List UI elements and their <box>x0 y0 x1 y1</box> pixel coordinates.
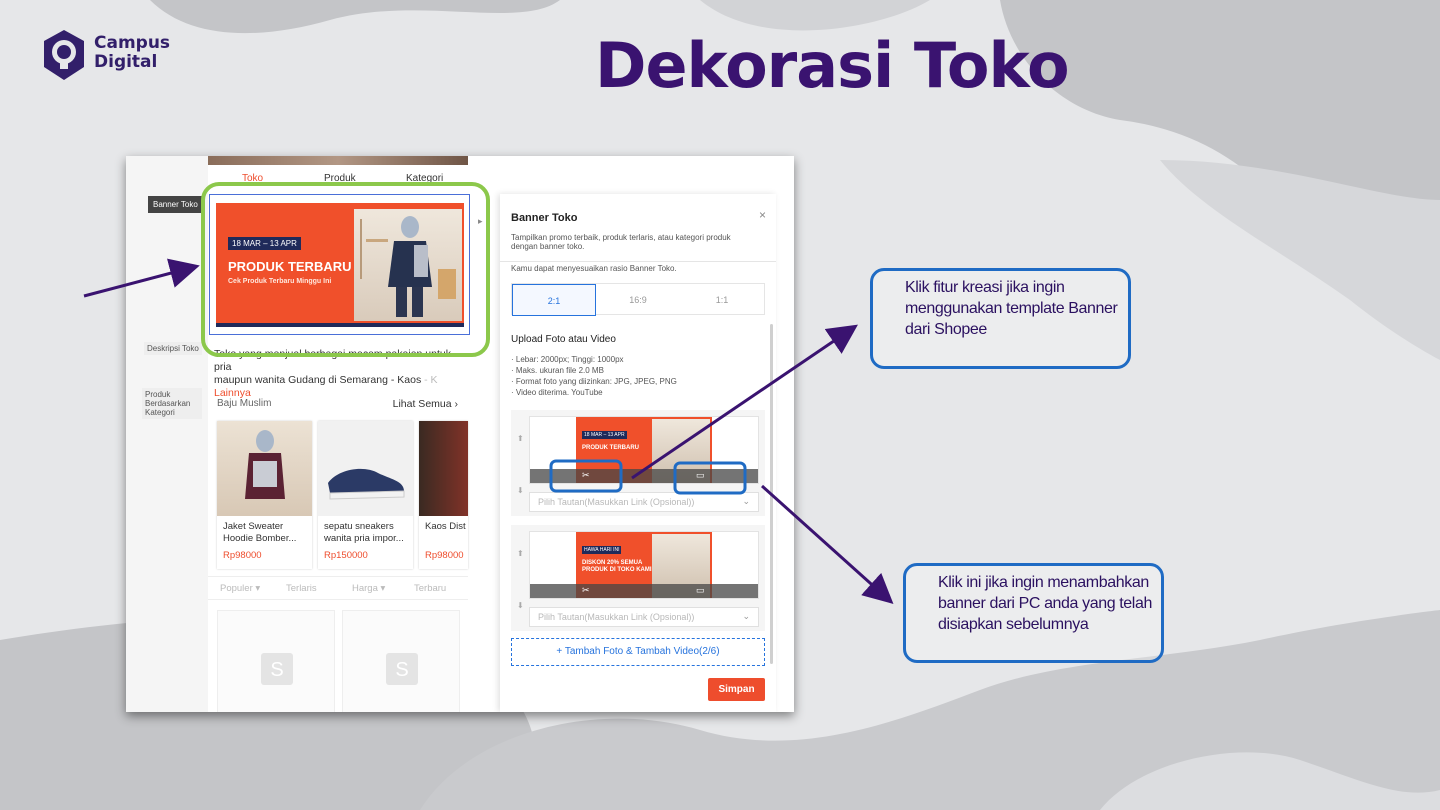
add-photo-video-button[interactable]: + Tambah Foto & Tambah Video(2/6) <box>511 638 765 666</box>
lightbulb-shield-icon <box>44 30 84 80</box>
ratio-note: Kamu dapat menyesuaikan rasio Banner Tok… <box>511 264 677 273</box>
move-down-icon[interactable]: ⬇ <box>517 486 524 495</box>
logo-line-2: Digital <box>94 52 158 72</box>
product-card[interactable]: Jaket Sweater Hoodie Bomber... Rp98000 <box>217 421 312 569</box>
campus-digital-logo: Campus Digital <box>40 28 190 82</box>
product-placeholder: S <box>217 610 335 712</box>
sort-bar: Populer ▾ Terlaris Harga ▾ Terbaru <box>208 576 468 600</box>
thumb-tag: 18 MAR – 13 APR <box>582 431 627 439</box>
description-line-1: Toko yang menjual berbagai macam pakaian… <box>214 348 451 373</box>
ratio-selector: 2:1 16:9 1:1 <box>511 283 765 316</box>
product-image <box>419 421 468 516</box>
tab-produk[interactable]: Produk <box>324 173 356 184</box>
rule-size: · Lebar: 2000px; Tinggi: 1000px <box>511 355 624 364</box>
product-price: Rp98000 <box>425 550 464 561</box>
rail-item-kategori[interactable]: Produk Berdasarkan Kategori <box>142 388 202 419</box>
component-rail: Banner Toko Deskripsi Toko Produk Berdas… <box>126 156 208 712</box>
link-placeholder: Pilih Tautan(Masukkan Link (Opsional)) <box>538 612 695 622</box>
link-select[interactable]: Pilih Tautan(Masukkan Link (Opsional)) ⌄ <box>529 607 759 627</box>
banner-date: 18 MAR – 13 APR <box>228 237 301 250</box>
thumb-tag: HAWA HARI INI <box>582 546 622 554</box>
shop-tabs: Toko Produk Kategori <box>208 173 468 187</box>
chevron-down-icon: ⌄ <box>742 611 750 621</box>
sort-populer[interactable]: Populer ▾ <box>220 583 260 594</box>
thumbnail-toolbar: ✂ ▭ <box>530 584 758 598</box>
product-image <box>318 421 413 516</box>
product-card[interactable]: sepatu sneakers wanita pria impor... Rp1… <box>318 421 413 569</box>
panel-description: Tampilkan promo terbaik, produk terlaris… <box>511 233 731 251</box>
sort-terlaris[interactable]: Terlaris <box>286 583 317 594</box>
magic-wand-icon[interactable]: ✂ <box>582 470 590 481</box>
panel-scrollbar[interactable] <box>770 324 773 664</box>
ratio-2-1[interactable]: 2:1 <box>512 284 596 316</box>
banner-toko-panel: Banner Toko × Tampilkan promo terbaik, p… <box>500 194 776 712</box>
shop-banner[interactable]: 18 MAR – 13 APR PRODUK TERBARU Cek Produ… <box>216 203 464 327</box>
callout-kreasi: Klik fitur kreasi jika ingin menggunakan… <box>870 268 1131 369</box>
shop-description: Toko yang menjual berbagai macam pakaian… <box>214 348 466 400</box>
rule-video: · Video diterima. YouTube <box>511 388 603 397</box>
magic-wand-icon[interactable]: ✂ <box>582 585 590 596</box>
banner-model-photo <box>354 209 462 321</box>
section-title: Baju Muslim <box>217 398 272 409</box>
see-all-link[interactable]: Lihat Semua › <box>393 398 458 410</box>
media-thumbnail: 18 MAR – 13 APR PRODUK TERBARU ✂ ▭ <box>529 416 759 484</box>
chevron-down-icon: ⌄ <box>742 496 750 506</box>
product-placeholder: S <box>342 610 460 712</box>
description-faded: - K <box>424 374 438 386</box>
media-item: ⬆ ⬇ 18 MAR – 13 APR PRODUK TERBARU ✂ ▭ P… <box>511 410 765 516</box>
monitor-upload-icon[interactable]: ▭ <box>696 470 705 481</box>
product-card[interactable]: Kaos Dist Kekinian I Rp98000 <box>419 421 468 569</box>
thumb-text: PRODUK TERBARU <box>582 445 639 451</box>
move-up-icon[interactable]: ⬆ <box>517 549 524 558</box>
media-thumbnail: HAWA HARI INI DISKON 20% SEMUA PRODUK DI… <box>529 531 759 599</box>
logo-line-1: Campus <box>94 33 171 53</box>
move-down-icon[interactable]: ⬇ <box>517 601 524 610</box>
media-item: ⬆ ⬇ HAWA HARI INI DISKON 20% SEMUA PRODU… <box>511 525 765 631</box>
rule-format: · Format foto yang diizinkan: JPG, JPEG,… <box>511 377 677 386</box>
shopee-bag-icon: S <box>261 653 293 685</box>
ratio-1-1[interactable]: 1:1 <box>680 284 764 316</box>
save-button[interactable]: Simpan <box>708 678 765 701</box>
rule-filesize: · Maks. ukuran file 2.0 MB <box>511 366 604 375</box>
product-image <box>217 421 312 516</box>
product-price: Rp150000 <box>324 550 368 561</box>
move-up-icon[interactable]: ⬆ <box>517 434 524 443</box>
monitor-upload-icon[interactable]: ▭ <box>696 585 705 596</box>
upload-rules: · Lebar: 2000px; Tinggi: 1000px · Maks. … <box>511 354 677 398</box>
shopee-bag-icon: S <box>386 653 418 685</box>
slide-title: Dekorasi Toko <box>595 29 1070 102</box>
ratio-16-9[interactable]: 16:9 <box>596 284 680 316</box>
product-name: Kaos Dist Kekinian I <box>425 521 468 532</box>
link-select[interactable]: Pilih Tautan(Masukkan Link (Opsional)) ⌄ <box>529 492 759 512</box>
sort-harga[interactable]: Harga ▾ <box>352 583 385 594</box>
tab-toko[interactable]: Toko <box>242 173 263 184</box>
panel-toggle-icon[interactable]: ▸ <box>478 216 483 227</box>
upload-title: Upload Foto atau Video <box>511 334 616 345</box>
description-line-2: maupun wanita Gudang di Semarang - Kaos <box>214 374 422 386</box>
link-placeholder: Pilih Tautan(Masukkan Link (Opsional)) <box>538 497 695 507</box>
callout-upload-pc: Klik ini jika ingin menambahkan banner d… <box>903 563 1164 663</box>
close-icon[interactable]: × <box>759 208 766 222</box>
thumb-text: DISKON 20% SEMUA PRODUK DI TOKO KAMI <box>582 560 652 573</box>
product-name: sepatu sneakers wanita pria impor... <box>324 521 404 544</box>
shop-preview: Toko Produk Kategori 18 MAR – 13 APR PRO… <box>208 156 470 712</box>
banner-title: PRODUK TERBARU <box>228 259 352 274</box>
sort-terbaru[interactable]: Terbaru <box>414 583 446 594</box>
banner-toko-tag[interactable]: Banner Toko <box>148 196 203 213</box>
tab-kategori[interactable]: Kategori <box>406 173 443 184</box>
rail-item-deskripsi[interactable]: Deskripsi Toko <box>144 342 202 355</box>
thumbnail-toolbar: ✂ ▭ <box>530 469 758 483</box>
product-name: Jaket Sweater Hoodie Bomber... <box>223 521 297 544</box>
banner-subtitle: Cek Produk Terbaru Minggu Ini <box>228 278 332 285</box>
product-price: Rp98000 <box>223 550 262 561</box>
model-figure-icon <box>360 216 456 317</box>
shop-header-image <box>208 156 468 165</box>
panel-title: Banner Toko <box>511 212 578 224</box>
shop-decoration-screenshot: Banner Toko Deskripsi Toko Produk Berdas… <box>126 156 794 712</box>
